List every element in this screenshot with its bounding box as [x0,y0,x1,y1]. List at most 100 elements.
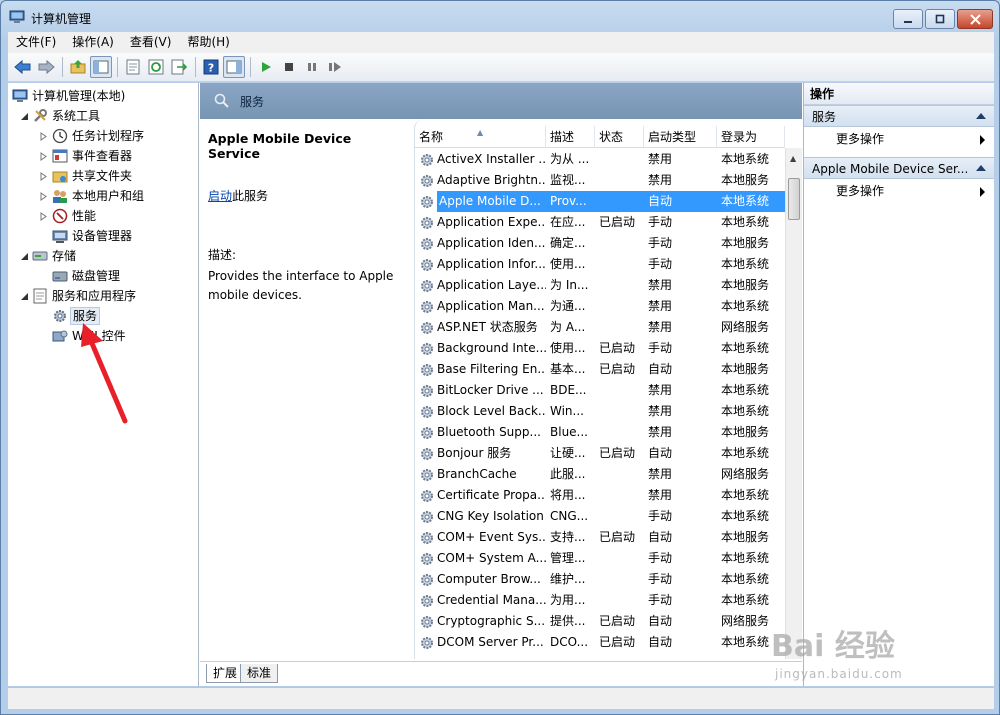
collapse-up-icon[interactable] [976,113,986,119]
search-gear-icon [214,93,229,108]
collapse-up-icon[interactable] [976,165,986,171]
service-row[interactable]: Application Iden... 确定... 手动 本地服务 [415,233,785,254]
expanded-triangle-icon[interactable] [20,292,29,301]
collapsed-triangle-icon[interactable] [39,132,48,141]
service-row[interactable]: Adaptive Brightn... 监视... 禁用 本地服务 [415,170,785,191]
tree-item-task-scheduler[interactable]: 任务计划程序 [8,126,198,146]
minimize-button[interactable] [893,9,923,29]
service-startup-type: 自动 [648,362,673,376]
scrollbar-thumb[interactable] [788,178,800,220]
pause-service-button[interactable] [301,56,323,78]
service-row[interactable]: Computer Brow... 维护... 手动 本地系统 [415,569,785,590]
service-name-cell: Application Expe... [415,212,546,233]
service-description: 管理... [550,551,586,565]
start-service-link[interactable]: 启动 [208,189,232,203]
svg-text:?: ? [208,62,214,75]
column-header-name[interactable]: ▲ 名称 [415,126,546,148]
service-row[interactable]: COM+ Event Sys... 支持... 已启动 自动 本地服务 [415,527,785,548]
service-row[interactable]: Application Laye... 为 In... 禁用 本地服务 [415,275,785,296]
service-row[interactable]: Bluetooth Supp... Blue... 禁用 本地服务 [415,422,785,443]
column-header-startup-type[interactable]: 启动类型 [644,126,717,148]
actions-section-apple-mobile-device[interactable]: Apple Mobile Device Ser... [804,157,994,179]
play-icon [262,62,271,72]
service-log-on-as: 本地系统 [721,299,770,313]
properties-button[interactable] [122,56,144,78]
collapsed-triangle-icon[interactable] [39,192,48,201]
service-row[interactable]: CNG Key Isolation CNG... 手动 本地系统 [415,506,785,527]
service-row[interactable]: BitLocker Drive ... BDE... 禁用 本地系统 [415,380,785,401]
column-header-log-on-as[interactable]: 登录为 [717,126,785,148]
service-startup-type: 自动 [648,635,673,649]
service-row[interactable]: Block Level Back... Win... 禁用 本地系统 [415,401,785,422]
close-button[interactable] [957,9,993,29]
maximize-button[interactable] [925,9,955,29]
actions-section-services[interactable]: 服务 [804,105,994,127]
tree-item-services[interactable]: 服务 [8,306,198,326]
restart-service-button[interactable] [324,56,346,78]
tab-extended[interactable]: 扩展 [206,664,245,683]
expanded-triangle-icon[interactable] [20,112,29,121]
tree-item-storage[interactable]: 存储 [8,246,198,266]
service-row[interactable]: ASP.NET 状态服务为 A... 禁用 网络服务 [415,317,785,338]
service-log-on-as: 本地服务 [721,425,770,439]
show-hide-tree-button[interactable] [90,56,112,78]
start-service-button[interactable] [255,56,277,78]
tree-item-disk-management[interactable]: 磁盘管理 [8,266,198,286]
arrow-right-icon [38,59,55,75]
menu-view[interactable]: 查看(V) [122,32,180,53]
back-button[interactable] [12,56,34,78]
tree-item-services-applications[interactable]: 服务和应用程序 [8,286,198,306]
tree-item-computer-management[interactable]: 计算机管理(本地) [8,86,198,106]
service-description: Blue... [550,425,588,439]
up-level-button[interactable] [67,56,89,78]
service-row[interactable]: Application Infor... 使用... 手动 本地系统 [415,254,785,275]
tree-item-event-viewer[interactable]: 事件查看器 [8,146,198,166]
service-row[interactable]: Base Filtering En... 基本... 已启动 自动 本地服务 [415,359,785,380]
service-description: 基本... [550,362,586,376]
column-header-status[interactable]: 状态 [595,126,644,148]
tree-item-system-tools[interactable]: 系统工具 [8,106,198,126]
show-hide-action-pane-button[interactable] [223,56,245,78]
menu-action[interactable]: 操作(A) [64,32,122,53]
menu-help[interactable]: 帮助(H) [179,32,237,53]
tree-item-performance[interactable]: 性能 [8,206,198,226]
tools-icon [34,109,47,122]
service-row[interactable]: Application Man... 为通... 禁用 本地系统 [415,296,785,317]
service-row[interactable]: ActiveX Installer ... 为从 ... 禁用 本地系统 [415,149,785,170]
tree-item-local-users-groups[interactable]: 本地用户和组 [8,186,198,206]
service-row[interactable]: Application Expe... 在应... 已启动 手动 本地系统 [415,212,785,233]
gear-icon [421,405,433,418]
forward-button[interactable] [35,56,57,78]
more-actions-item[interactable]: 更多操作 [804,127,994,151]
tree-item-wmi-control[interactable]: WMI 控件 [8,326,198,346]
stop-service-button[interactable] [278,56,300,78]
service-row[interactable]: Bonjour 服务 让硬... 已启动 自动 本地系统 [415,443,785,464]
collapsed-triangle-icon[interactable] [39,212,48,221]
service-row[interactable]: Credential Mana... 为用... 手动 本地系统 [415,590,785,611]
service-row[interactable]: Cryptographic S... 提供... 已启动 自动 网络服务 [415,611,785,632]
collapsed-triangle-icon[interactable] [39,152,48,161]
collapsed-triangle-icon[interactable] [39,172,48,181]
help-button[interactable]: ? [200,56,222,78]
tab-standard[interactable]: 标准 [240,664,279,683]
services-list: ▲ 名称 描述 状态 启动类型 登录为 ActiveX Installer ..… [414,119,802,659]
service-row[interactable]: BranchCache 此服... 禁用 网络服务 [415,464,785,485]
more-actions-item[interactable]: 更多操作 [804,179,994,203]
menu-file[interactable]: 文件(F) [8,32,64,53]
service-row[interactable]: Background Inte... 使用... 已启动 手动 本地系统 [415,338,785,359]
service-description: 在应... [550,215,586,229]
service-row[interactable]: Apple Mobile D... Prov... 自动 本地系统 [415,191,785,212]
vertical-scrollbar[interactable]: ▲ [785,148,802,659]
service-row[interactable]: COM+ System A... 管理... 手动 本地系统 [415,548,785,569]
column-header-description[interactable]: 描述 [546,126,595,148]
scroll-up-icon[interactable]: ▲ [790,154,796,163]
service-row[interactable]: DCOM Server Pr... DCO... 已启动 自动 本地系统 [415,632,785,653]
service-row[interactable]: Certificate Propa... 将用... 禁用 本地系统 [415,485,785,506]
title-bar[interactable]: 计算机管理 [1,1,999,31]
tree-item-shared-folders[interactable]: 共享文件夹 [8,166,198,186]
export-list-button[interactable] [168,56,190,78]
tree-item-device-manager[interactable]: 设备管理器 [8,226,198,246]
users-icon [53,190,67,203]
refresh-button[interactable] [145,56,167,78]
expanded-triangle-icon[interactable] [20,252,29,261]
